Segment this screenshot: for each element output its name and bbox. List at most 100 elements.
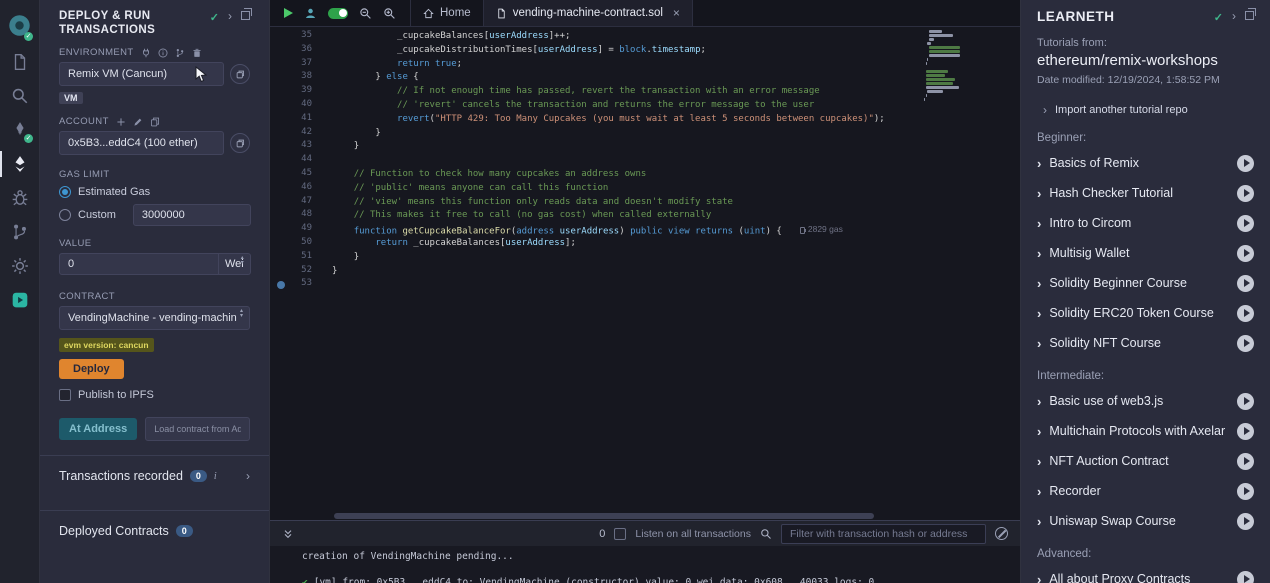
code-line[interactable]: // 'revert' cancels the transaction and …	[332, 99, 1020, 113]
copy-icon[interactable]	[150, 117, 160, 127]
code-line[interactable]: // 'public' means anyone can call this f…	[332, 182, 1020, 196]
play-tutorial-button[interactable]	[1237, 571, 1254, 583]
run-script-icon[interactable]	[284, 8, 293, 18]
remixai-user-icon[interactable]	[304, 7, 317, 20]
learneth-icon[interactable]	[0, 283, 39, 317]
trash-icon[interactable]	[192, 48, 202, 58]
line-number[interactable]: 52	[301, 265, 312, 275]
play-tutorial-button[interactable]	[1237, 215, 1254, 232]
tutorial-item[interactable]: ›Recorder	[1037, 476, 1254, 506]
plug-icon[interactable]	[141, 48, 151, 58]
code-line[interactable]: // This makes it free to call (no gas co…	[332, 209, 1020, 223]
play-tutorial-button[interactable]	[1237, 155, 1254, 172]
terminal-log-line[interactable]: ✔[vm] from: 0x5B3...eddC4 to: VendingMac…	[302, 577, 1020, 583]
line-number[interactable]: 44	[301, 154, 312, 164]
custom-gas-radio[interactable]	[59, 209, 71, 221]
code-line[interactable]: _cupcakeDistributionTimes[userAddress] =…	[332, 44, 1020, 58]
tutorial-item[interactable]: ›Basic use of web3.js	[1037, 386, 1254, 416]
code-line[interactable]: // Function to check how many cupcakes a…	[332, 168, 1020, 182]
line-number[interactable]: 45	[301, 168, 312, 178]
chevron-right-icon[interactable]: ›	[1232, 11, 1236, 22]
info-icon[interactable]: i	[214, 471, 217, 482]
play-tutorial-button[interactable]	[1237, 335, 1254, 352]
code-line[interactable]: } else {	[332, 71, 1020, 85]
zoom-in-icon[interactable]	[383, 7, 396, 20]
line-number[interactable]: 53	[301, 278, 312, 288]
contract-select[interactable]: VendingMachine - vending-machin ▴▾	[59, 306, 250, 330]
play-tutorial-button[interactable]	[1237, 513, 1254, 530]
value-unit-select[interactable]: Wei ▴▾	[219, 253, 251, 275]
unit-stepper-icon[interactable]: ▴▾	[241, 256, 244, 266]
fork-state-button[interactable]	[230, 64, 250, 84]
code-editor[interactable]: 35363738394041424344454647484950515253 _…	[270, 27, 1020, 512]
close-tab-icon[interactable]: ×	[673, 6, 680, 20]
code-line[interactable]: // 'view' means this function only reads…	[332, 196, 1020, 210]
code-line[interactable]: }	[332, 265, 1020, 279]
code-line[interactable]: }	[332, 127, 1020, 141]
line-number[interactable]: 49	[301, 223, 312, 233]
terminal-filter-input[interactable]	[781, 524, 986, 544]
deploy-button[interactable]: Deploy	[59, 359, 124, 379]
value-input[interactable]	[59, 253, 219, 275]
deployed-contracts-row[interactable]: Deployed Contracts 0	[59, 511, 250, 551]
fork-icon[interactable]	[175, 48, 185, 58]
estimated-gas-radio[interactable]	[59, 186, 71, 198]
line-number[interactable]: 43	[301, 140, 312, 150]
line-number[interactable]: 42	[301, 127, 312, 137]
solidity-compiler-icon[interactable]: ✓	[0, 113, 39, 147]
expand-chevron-icon[interactable]: ›	[246, 471, 250, 482]
source-control-icon[interactable]	[0, 215, 39, 249]
code-line[interactable]: return true;	[332, 58, 1020, 72]
popout-icon[interactable]	[241, 11, 250, 20]
code-line[interactable]	[332, 278, 1020, 292]
line-number[interactable]: 35	[301, 30, 312, 40]
breakpoint-dot[interactable]	[277, 281, 285, 289]
zoom-out-icon[interactable]	[359, 7, 372, 20]
search-icon[interactable]	[0, 79, 39, 113]
account-select[interactable]: 0x5B3...eddC4 (100 ether)	[59, 131, 224, 155]
tutorial-item[interactable]: ›Solidity ERC20 Token Course	[1037, 298, 1254, 328]
code-line[interactable]: // If not enough time has passed, revert…	[332, 85, 1020, 99]
play-tutorial-button[interactable]	[1237, 305, 1254, 322]
line-number[interactable]: 40	[301, 99, 312, 109]
tutorial-item[interactable]: ›Hash Checker Tutorial	[1037, 178, 1254, 208]
at-address-input[interactable]	[145, 417, 250, 441]
play-tutorial-button[interactable]	[1237, 423, 1254, 440]
line-number[interactable]: 51	[301, 251, 312, 261]
expand-terminal-icon[interactable]	[282, 528, 294, 540]
at-address-button[interactable]: At Address	[59, 418, 137, 440]
tutorial-item[interactable]: ›Intro to Circom	[1037, 208, 1254, 238]
clear-console-icon[interactable]	[995, 527, 1008, 540]
tutorial-item[interactable]: ›NFT Auction Contract	[1037, 446, 1254, 476]
editor-minimap[interactable]	[924, 30, 962, 106]
add-account-icon[interactable]	[116, 117, 126, 127]
play-tutorial-button[interactable]	[1237, 275, 1254, 292]
deploy-run-icon[interactable]	[0, 147, 39, 181]
code-line[interactable]	[332, 154, 1020, 168]
publish-ipfs-checkbox[interactable]	[59, 389, 71, 401]
line-number[interactable]: 37	[301, 58, 312, 68]
tutorial-item[interactable]: ›Multisig Wallet	[1037, 238, 1254, 268]
play-tutorial-button[interactable]	[1237, 453, 1254, 470]
line-number[interactable]: 36	[301, 44, 312, 54]
line-number[interactable]: 39	[301, 85, 312, 95]
code-line[interactable]: return _cupcakeBalances[userAddress];	[332, 237, 1020, 251]
contract-stepper-icon[interactable]: ▴▾	[240, 309, 243, 319]
file-explorer-icon[interactable]	[0, 45, 39, 79]
custom-gas-input[interactable]	[133, 204, 251, 226]
editor-gutter[interactable]: 35363738394041424344454647484950515253	[270, 27, 332, 512]
line-number[interactable]: 46	[301, 182, 312, 192]
line-number[interactable]: 38	[301, 71, 312, 81]
line-number[interactable]: 50	[301, 237, 312, 247]
tab-vending-machine-contract[interactable]: vending-machine-contract.sol ×	[484, 0, 693, 26]
tutorial-item[interactable]: ›Multichain Protocols with Axelar	[1037, 416, 1254, 446]
chevron-right-icon[interactable]: ›	[228, 11, 232, 22]
tutorial-item[interactable]: ›Basics of Remix	[1037, 148, 1254, 178]
copy-account-button[interactable]	[230, 133, 250, 153]
debugger-icon[interactable]	[0, 181, 39, 215]
code-line[interactable]: }	[332, 140, 1020, 154]
line-number[interactable]: 47	[301, 196, 312, 206]
tutorial-item[interactable]: ›Solidity Beginner Course	[1037, 268, 1254, 298]
tab-home[interactable]: Home	[410, 0, 484, 26]
listen-all-transactions-checkbox[interactable]	[614, 528, 626, 540]
